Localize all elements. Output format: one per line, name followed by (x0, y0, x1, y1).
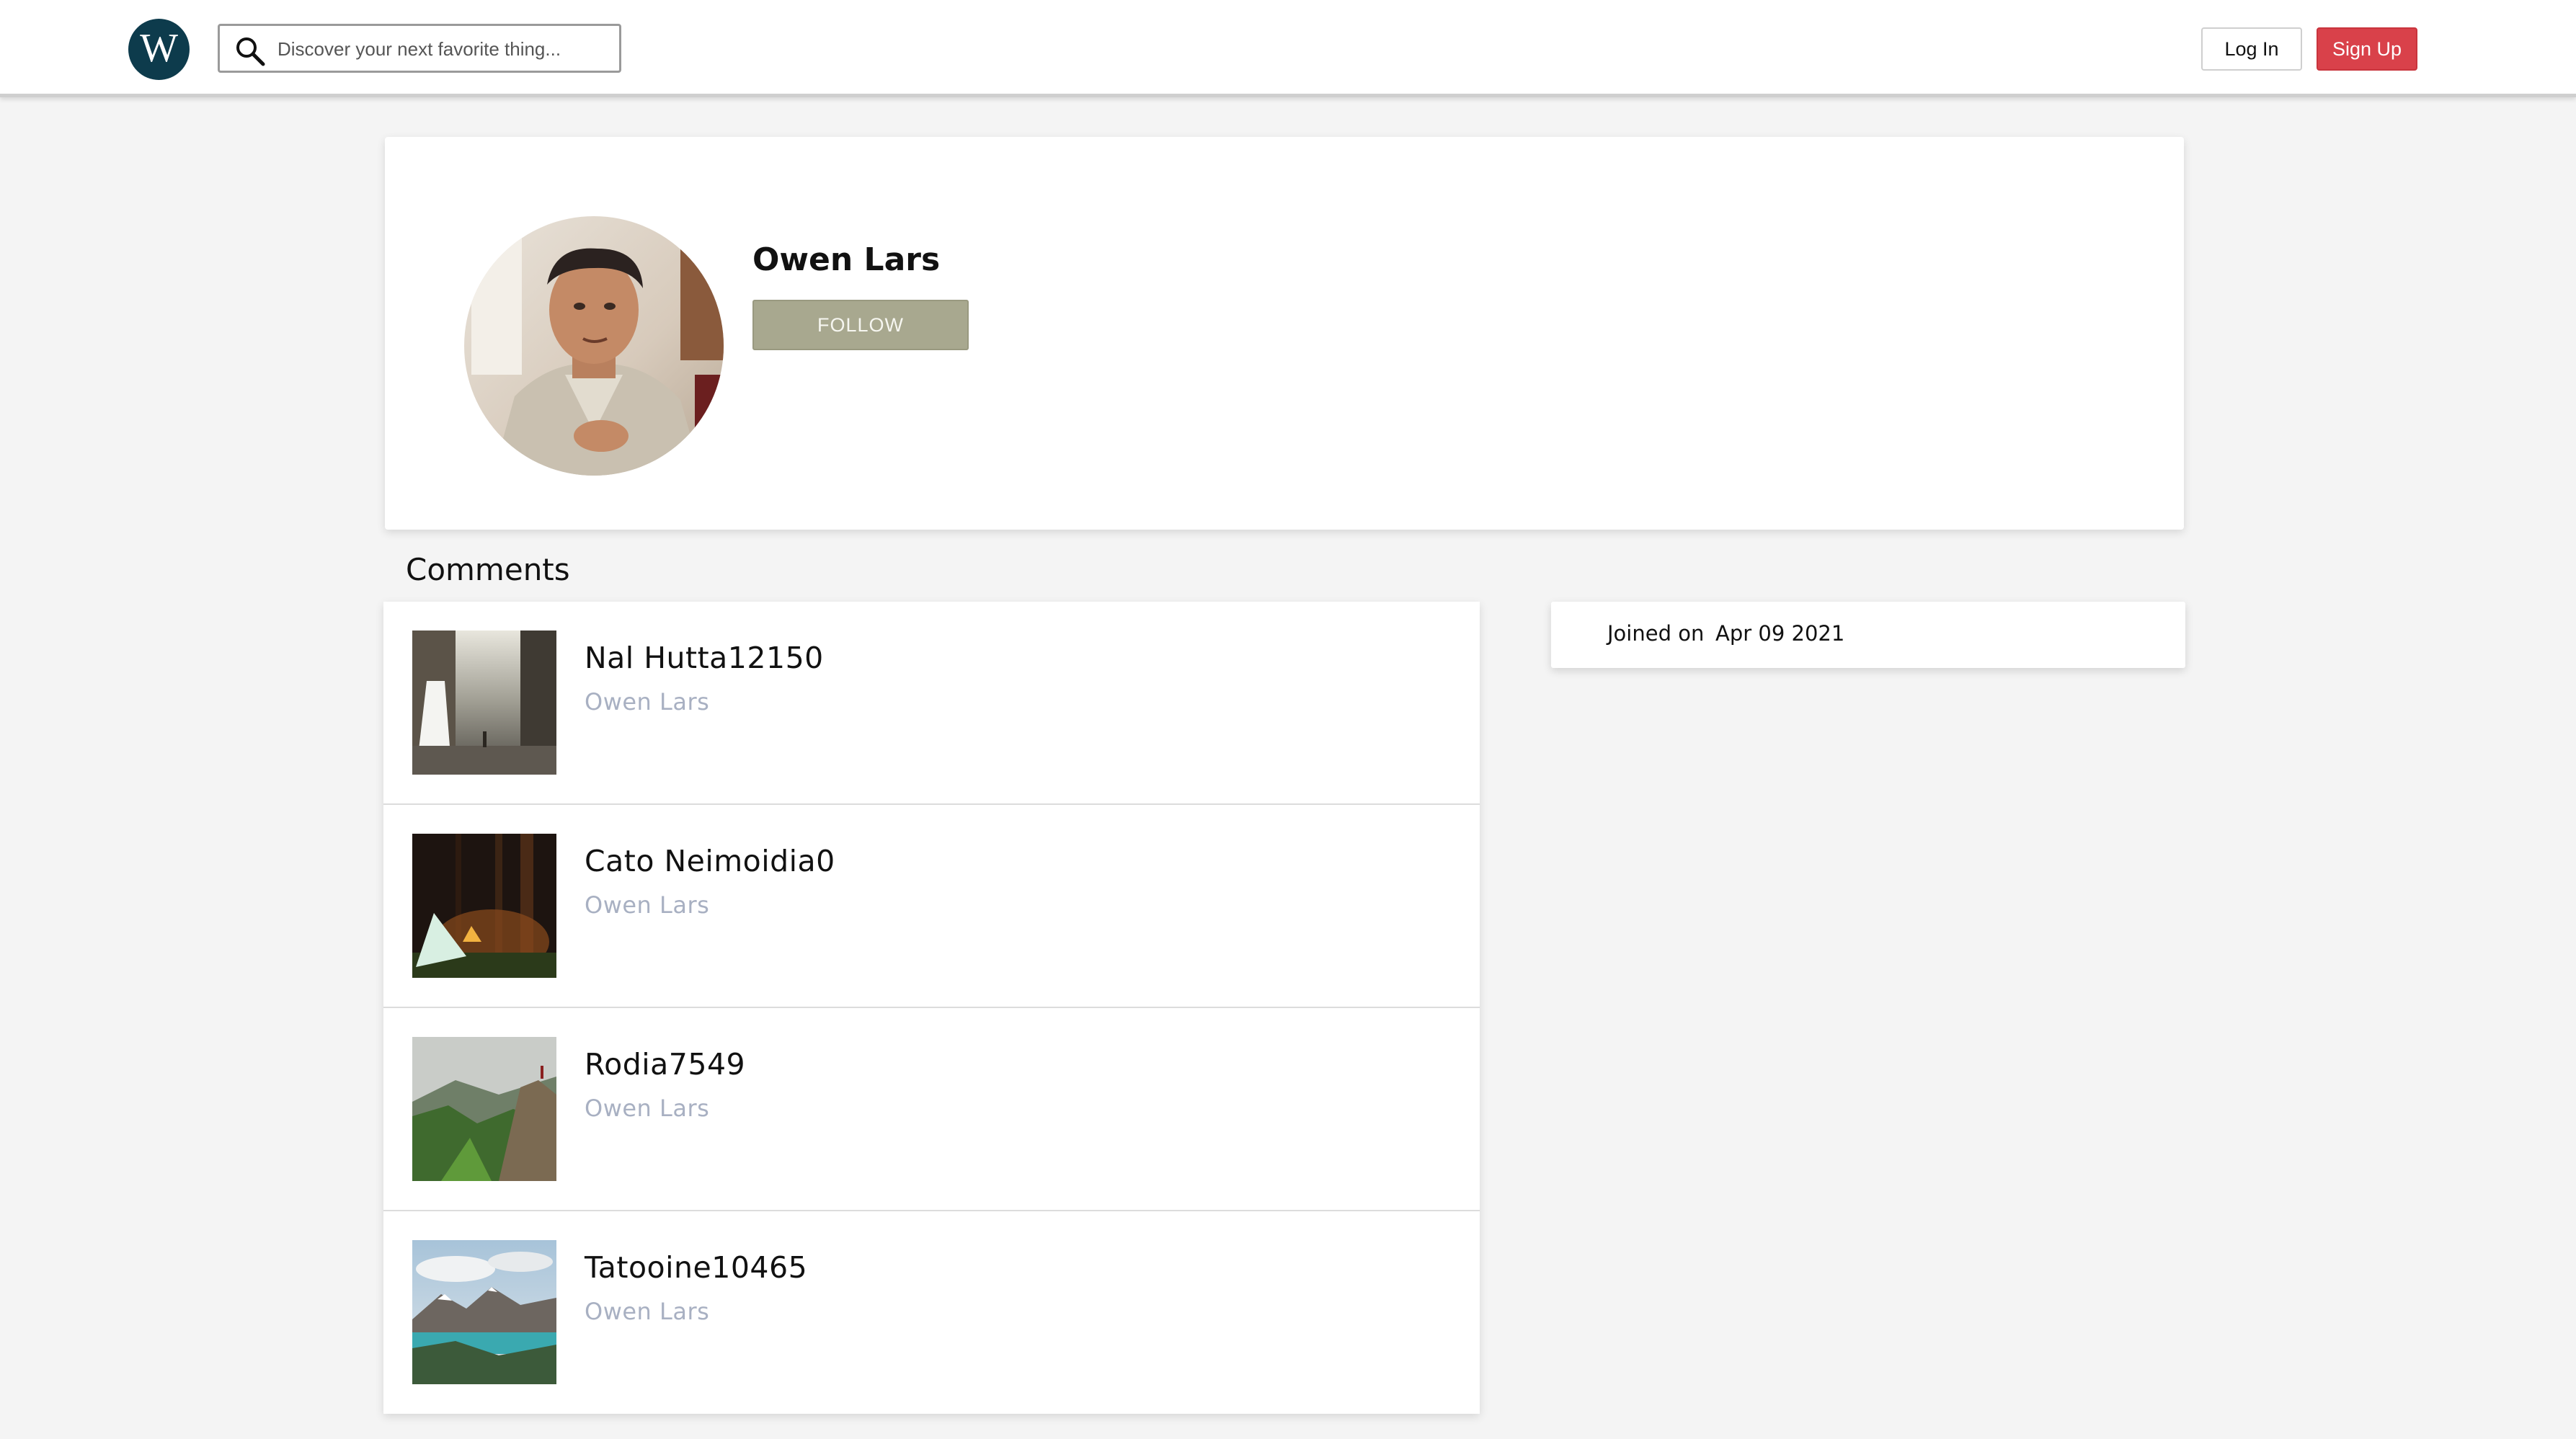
mountain-cliff-photo (412, 1037, 556, 1181)
top-nav: W Log In Sign Up (0, 0, 2576, 97)
comment-item[interactable]: Tatooine10465 Owen Lars (383, 1211, 1480, 1415)
profile-name: Owen Lars (752, 241, 941, 278)
logo[interactable]: W (128, 19, 190, 80)
comment-item[interactable]: Nal Hutta12150 Owen Lars (383, 602, 1480, 805)
comment-title[interactable]: Tatooine10465 (585, 1250, 807, 1285)
joined-label: Joined on (1607, 621, 1705, 646)
comment-thumbnail[interactable] (412, 631, 556, 775)
joined-card: Joined on Apr 09 2021 (1551, 602, 2185, 668)
search-input[interactable] (276, 30, 608, 68)
comment-item[interactable]: Rodia7549 Owen Lars (383, 1008, 1480, 1211)
comments-list: Nal Hutta12150 Owen Lars Cato Neimoidia0… (383, 602, 1480, 1414)
comment-item[interactable]: Cato Neimoidia0 Owen Lars (383, 805, 1480, 1008)
comment-thumbnail[interactable] (412, 834, 556, 978)
signup-button[interactable]: Sign Up (2317, 27, 2417, 71)
comment-author: Owen Lars (585, 1298, 710, 1325)
waterfall-photo (412, 631, 556, 775)
comment-author: Owen Lars (585, 891, 710, 919)
joined-date: Apr 09 2021 (1715, 621, 1845, 646)
avatar (464, 216, 724, 476)
login-button[interactable]: Log In (2201, 27, 2302, 71)
profile-card: Owen Lars FOLLOW (385, 137, 2184, 530)
comment-thumbnail[interactable] (412, 1240, 556, 1384)
comment-thumbnail[interactable] (412, 1037, 556, 1181)
svg-text:W: W (140, 26, 178, 71)
comments-heading: Comments (406, 552, 570, 587)
comment-title[interactable]: Nal Hutta12150 (585, 641, 824, 675)
comment-author: Owen Lars (585, 688, 710, 716)
search-icon (236, 37, 265, 66)
comment-title[interactable]: Cato Neimoidia0 (585, 844, 835, 878)
profile-photo (464, 216, 724, 476)
search-box (218, 24, 621, 73)
comment-title[interactable]: Rodia7549 (585, 1047, 745, 1082)
mountain-lake-photo (412, 1240, 556, 1384)
comment-author: Owen Lars (585, 1095, 710, 1122)
campsite-night-photo (412, 834, 556, 978)
follow-button[interactable]: FOLLOW (752, 300, 969, 350)
logo-w-icon: W (140, 26, 178, 71)
